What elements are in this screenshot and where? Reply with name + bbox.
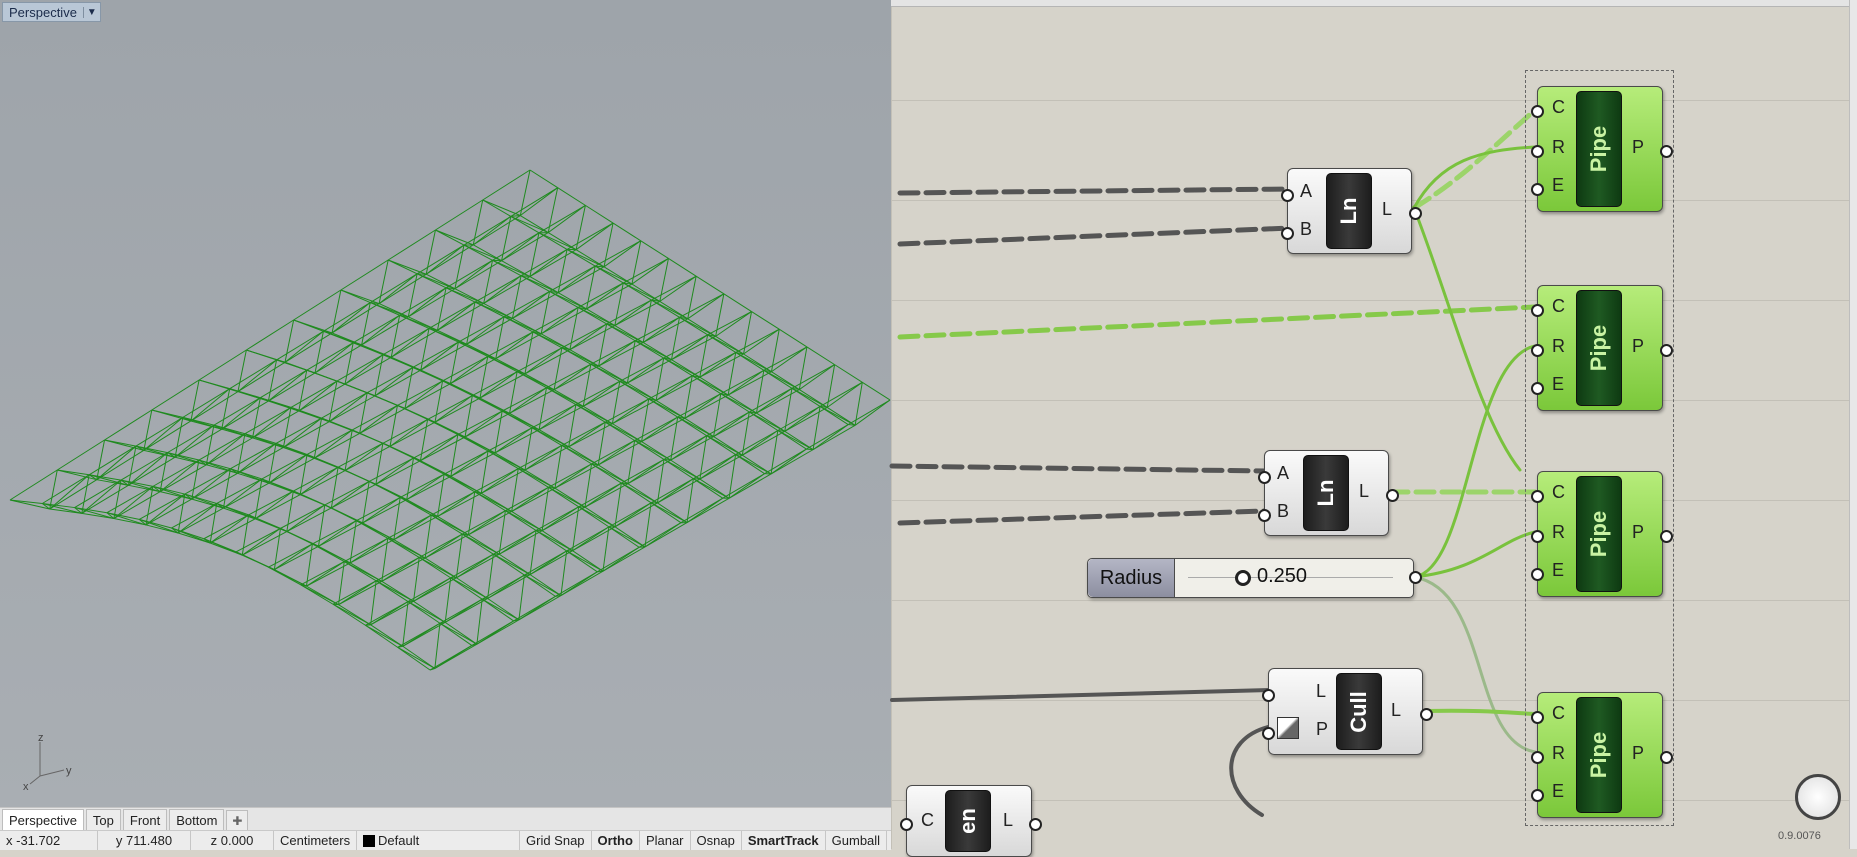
param-grip[interactable] bbox=[1660, 344, 1673, 357]
component-nickname: Ln bbox=[1326, 173, 1372, 249]
component-nickname: Ln bbox=[1303, 455, 1349, 531]
output-label: L bbox=[1391, 700, 1401, 721]
param-grip[interactable] bbox=[1531, 382, 1544, 395]
param-grip[interactable] bbox=[1409, 207, 1422, 220]
param-grip[interactable] bbox=[1531, 711, 1544, 724]
param-grip[interactable] bbox=[1531, 304, 1544, 317]
line-component[interactable]: A B Ln L bbox=[1264, 450, 1389, 536]
input-b-label: B bbox=[1277, 501, 1289, 522]
input-r-label: R bbox=[1552, 137, 1565, 158]
input-c-label: C bbox=[921, 810, 934, 831]
pipe-component[interactable]: C R E Pipe P bbox=[1537, 692, 1663, 818]
param-grip[interactable] bbox=[1531, 344, 1544, 357]
slider-knob[interactable] bbox=[1235, 570, 1251, 586]
navigation-compass-icon[interactable] bbox=[1795, 774, 1841, 820]
output-label: L bbox=[1382, 199, 1392, 220]
param-grip[interactable] bbox=[1531, 751, 1544, 764]
param-grip[interactable] bbox=[1386, 489, 1399, 502]
input-p-label: P bbox=[1316, 719, 1328, 740]
input-c-label: C bbox=[1552, 703, 1565, 724]
param-grip[interactable] bbox=[1258, 509, 1271, 522]
component-nickname: Pipe bbox=[1576, 476, 1622, 592]
dashed-wire bbox=[892, 466, 1264, 471]
input-c-label: C bbox=[1552, 482, 1565, 503]
param-grip[interactable] bbox=[1531, 568, 1544, 581]
dashed-wire bbox=[900, 511, 1264, 523]
input-e-label: E bbox=[1552, 374, 1564, 395]
param-grip[interactable] bbox=[1409, 571, 1422, 584]
radius-slider[interactable]: Radius 0.250 bbox=[1087, 558, 1414, 598]
dashed-green-wire bbox=[1414, 110, 1535, 208]
partial-component[interactable]: C en L bbox=[906, 785, 1032, 857]
green-wire bbox=[1414, 208, 1520, 470]
dashed-wire bbox=[900, 228, 1290, 244]
slider-value: 0.250 bbox=[1257, 565, 1307, 588]
input-c-label: C bbox=[1552, 296, 1565, 317]
param-grip[interactable] bbox=[900, 818, 913, 831]
component-name: Ln bbox=[1313, 480, 1339, 507]
input-r-label: R bbox=[1552, 743, 1565, 764]
output-label: P bbox=[1632, 743, 1644, 764]
component-name: Ln bbox=[1336, 198, 1362, 225]
input-r-label: R bbox=[1552, 522, 1565, 543]
param-grip[interactable] bbox=[1531, 183, 1544, 196]
param-grip[interactable] bbox=[1531, 145, 1544, 158]
cull-component[interactable]: L P Cull L bbox=[1268, 668, 1423, 755]
component-name: Cull bbox=[1346, 691, 1372, 733]
param-grip[interactable] bbox=[1029, 818, 1042, 831]
param-grip[interactable] bbox=[1531, 490, 1544, 503]
component-nickname: en bbox=[945, 790, 991, 852]
component-nickname: Pipe bbox=[1576, 697, 1622, 813]
grey-wire bbox=[892, 690, 1270, 700]
pipe-component[interactable]: C R E Pipe P bbox=[1537, 471, 1663, 597]
param-grip[interactable] bbox=[1281, 189, 1294, 202]
green-wire bbox=[1414, 532, 1535, 577]
version-label: 0.9.0076 bbox=[1778, 830, 1821, 842]
param-grip[interactable] bbox=[1531, 105, 1544, 118]
slider-label: Radius bbox=[1088, 559, 1175, 597]
input-a-label: A bbox=[1277, 463, 1289, 484]
input-c-label: C bbox=[1552, 97, 1565, 118]
param-grip[interactable] bbox=[1531, 530, 1544, 543]
param-grip[interactable] bbox=[1660, 751, 1673, 764]
component-name: Pipe bbox=[1586, 126, 1612, 172]
input-e-label: E bbox=[1552, 781, 1564, 802]
component-name: en bbox=[955, 808, 981, 834]
param-grip[interactable] bbox=[1258, 471, 1271, 484]
input-r-label: R bbox=[1552, 336, 1565, 357]
param-grip[interactable] bbox=[1660, 530, 1673, 543]
pipe-component[interactable]: C R E Pipe P bbox=[1537, 285, 1663, 411]
input-e-label: E bbox=[1552, 560, 1564, 581]
component-nickname: Pipe bbox=[1576, 290, 1622, 406]
component-nickname: Cull bbox=[1336, 673, 1382, 750]
green-wire bbox=[1414, 147, 1535, 208]
green-wire bbox=[1414, 577, 1535, 752]
param-grip[interactable] bbox=[1420, 708, 1433, 721]
output-label: P bbox=[1632, 137, 1644, 158]
pipe-component[interactable]: C R E Pipe P bbox=[1537, 86, 1663, 212]
output-label: P bbox=[1632, 522, 1644, 543]
dashed-wire bbox=[900, 189, 1290, 193]
input-a-label: A bbox=[1300, 181, 1312, 202]
pattern-param-icon bbox=[1277, 717, 1299, 739]
green-wire bbox=[1424, 711, 1535, 714]
grey-wire bbox=[1231, 727, 1268, 815]
component-nickname: Pipe bbox=[1576, 91, 1622, 207]
input-l-label: L bbox=[1316, 681, 1326, 702]
dashed-green-wire bbox=[900, 307, 1535, 337]
output-label: P bbox=[1632, 336, 1644, 357]
component-name: Pipe bbox=[1586, 732, 1612, 778]
param-grip[interactable] bbox=[1660, 145, 1673, 158]
param-grip[interactable] bbox=[1531, 789, 1544, 802]
param-grip[interactable] bbox=[1262, 689, 1275, 702]
param-grip[interactable] bbox=[1281, 227, 1294, 240]
component-name: Pipe bbox=[1586, 325, 1612, 371]
input-e-label: E bbox=[1552, 175, 1564, 196]
output-label: L bbox=[1003, 810, 1013, 831]
output-label: L bbox=[1359, 481, 1369, 502]
param-grip[interactable] bbox=[1262, 727, 1275, 740]
line-component[interactable]: A B Ln L bbox=[1287, 168, 1412, 254]
input-b-label: B bbox=[1300, 219, 1312, 240]
component-name: Pipe bbox=[1586, 511, 1612, 557]
